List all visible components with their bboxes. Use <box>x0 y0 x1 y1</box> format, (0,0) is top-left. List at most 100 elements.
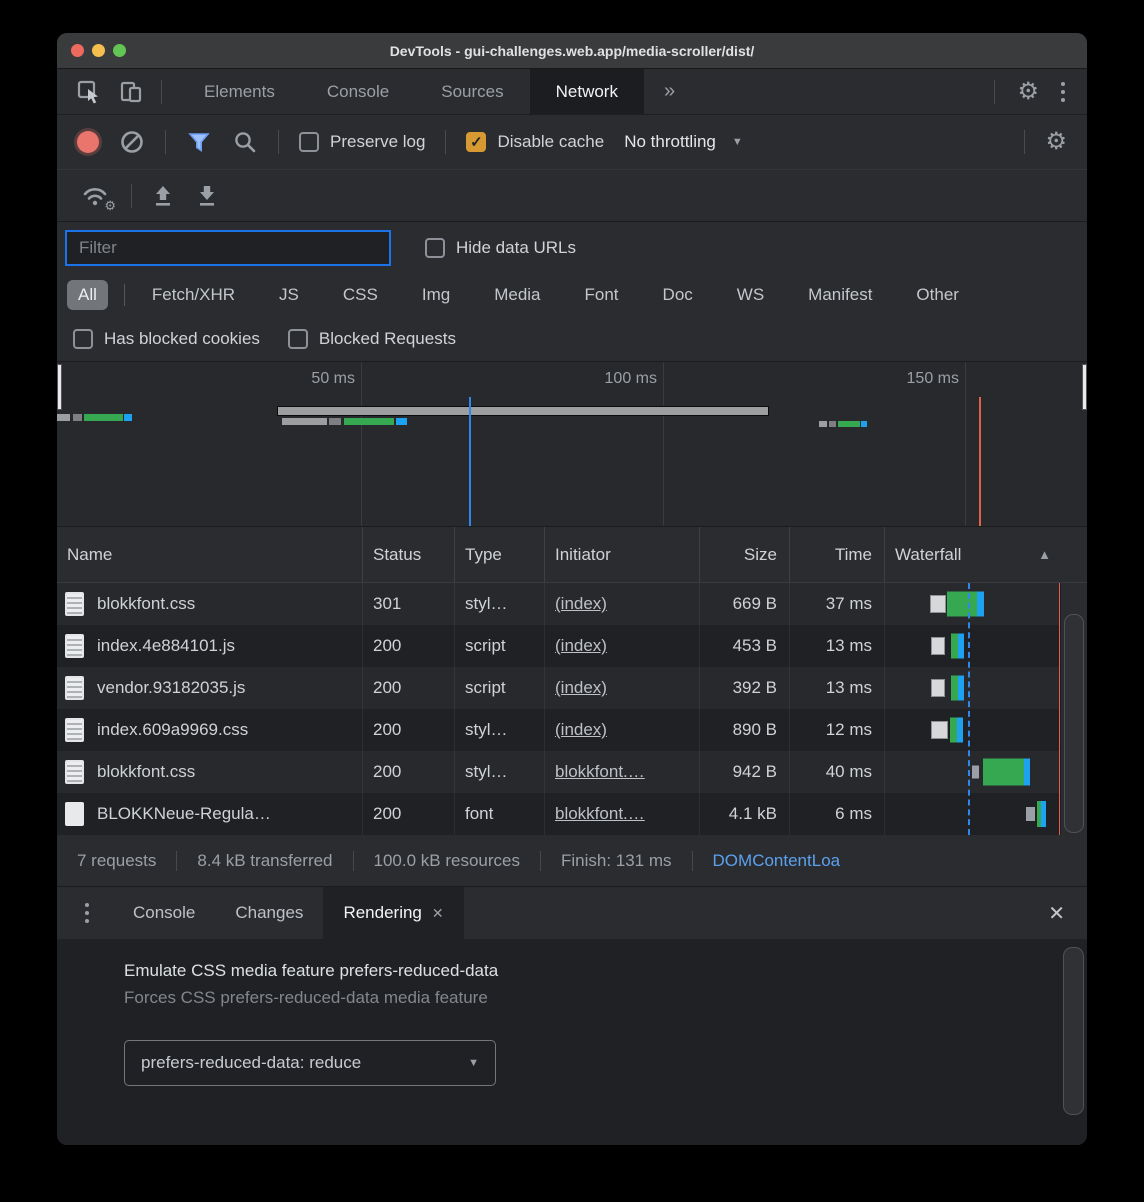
filter-pill-ws[interactable]: WS <box>726 280 775 310</box>
waterfall-tick-segment <box>972 766 979 779</box>
has-blocked-cookies-toggle[interactable]: Has blocked cookies <box>73 329 260 349</box>
filter-pill-font[interactable]: Font <box>574 280 630 310</box>
initiator-link[interactable]: (index) <box>555 720 607 740</box>
column-header-name[interactable]: Name <box>57 527 363 582</box>
filter-funnel-icon[interactable] <box>186 129 212 155</box>
column-header-time[interactable]: Time <box>790 527 885 582</box>
inspect-element-icon[interactable] <box>75 78 103 106</box>
overview-tick-label: 150 ms <box>869 370 959 388</box>
filter-pill-media[interactable]: Media <box>483 280 551 310</box>
hide-data-urls-toggle[interactable]: Hide data URLs <box>425 238 576 258</box>
blocked-requests-checkbox[interactable] <box>288 329 308 349</box>
drawer-scrollbar[interactable] <box>1060 939 1087 1145</box>
waterfall-block-segment <box>931 679 945 697</box>
request-name: blokkfont.css <box>97 594 195 614</box>
initiator-cell: blokkfont.… <box>545 793 700 835</box>
prefers-reduced-data-select[interactable]: prefers-reduced-data: reduce ▼ <box>124 1040 496 1086</box>
drawer-menu-kebab-icon[interactable] <box>85 903 89 923</box>
clear-icon[interactable] <box>119 129 145 155</box>
drawer-close-button[interactable]: ✕ <box>1026 887 1087 939</box>
settings-gear-icon[interactable]: ⚙ <box>1017 80 1039 104</box>
filter-row: Hide data URLs <box>57 222 1087 274</box>
status-cell: 200 <box>363 667 455 709</box>
table-scrollbar[interactable] <box>1060 583 1087 835</box>
waterfall-cell <box>885 667 1087 709</box>
filter-pill-fetchxhr[interactable]: Fetch/XHR <box>141 280 246 310</box>
filter-pill-manifest[interactable]: Manifest <box>797 280 883 310</box>
table-scrollbar-thumb[interactable] <box>1064 614 1084 833</box>
filter-pill-css[interactable]: CSS <box>332 280 389 310</box>
summary-item: 8.4 kB transferred <box>176 851 352 871</box>
main-toolbar: ElementsConsoleSourcesNetwork » ⚙ <box>57 69 1087 115</box>
column-header-status[interactable]: Status <box>363 527 455 582</box>
more-tabs-button[interactable]: » <box>644 69 695 114</box>
overview-right-grip[interactable] <box>1082 364 1087 410</box>
table-row[interactable]: index.609a9969.css200styl…(index)890 B12… <box>57 709 1087 751</box>
disable-cache-toggle[interactable]: ✓ Disable cache <box>466 132 604 152</box>
overview-bar <box>829 421 836 427</box>
table-row[interactable]: vendor.93182035.js200script(index)392 B1… <box>57 667 1087 709</box>
has-blocked-cookies-checkbox[interactable] <box>73 329 93 349</box>
column-header-initiator[interactable]: Initiator <box>545 527 700 582</box>
network-overview-timeline[interactable]: 50 ms100 ms150 ms <box>57 362 1087 527</box>
table-row[interactable]: index.4e884101.js200script(index)453 B13… <box>57 625 1087 667</box>
tab-network[interactable]: Network <box>530 69 644 114</box>
blocked-requests-toggle[interactable]: Blocked Requests <box>288 329 456 349</box>
table-row[interactable]: blokkfont.css200styl…blokkfont.…942 B40 … <box>57 751 1087 793</box>
drawer-tab-console[interactable]: Console <box>113 887 215 939</box>
record-button[interactable] <box>77 131 99 153</box>
initiator-link[interactable]: (index) <box>555 636 607 656</box>
column-header-type[interactable]: Type <box>455 527 545 582</box>
filter-pill-img[interactable]: Img <box>411 280 461 310</box>
tab-console[interactable]: Console <box>301 69 415 114</box>
main-menu-kebab-icon[interactable] <box>1061 82 1065 102</box>
preserve-log-toggle[interactable]: Preserve log <box>299 132 425 152</box>
column-header-size[interactable]: Size <box>700 527 790 582</box>
request-name: vendor.93182035.js <box>97 678 245 698</box>
waterfall-cell <box>885 583 1087 625</box>
throttling-dropdown[interactable]: No throttling ▼ <box>624 132 743 152</box>
overview-tick-label: 50 ms <box>265 370 355 388</box>
table-row[interactable]: blokkfont.css301styl…(index)669 B37 ms <box>57 583 1087 625</box>
import-har-icon[interactable] <box>150 182 176 210</box>
initiator-link[interactable]: blokkfont.… <box>555 762 645 782</box>
drawer-scrollbar-thumb[interactable] <box>1063 947 1084 1115</box>
filter-pill-js[interactable]: JS <box>268 280 310 310</box>
filter-pill-doc[interactable]: Doc <box>652 280 704 310</box>
network-settings-gear-icon[interactable]: ⚙ <box>1045 130 1067 154</box>
devtools-window: DevTools - gui-challenges.web.app/media-… <box>57 33 1087 1145</box>
disable-cache-checkbox[interactable]: ✓ <box>466 132 486 152</box>
time-cell: 13 ms <box>790 625 885 667</box>
size-cell: 890 B <box>700 709 790 751</box>
toolbar-divider <box>278 130 279 154</box>
hide-data-urls-checkbox[interactable] <box>425 238 445 258</box>
tab-close-icon[interactable]: ✕ <box>432 905 444 922</box>
network-conditions-icon[interactable]: ⚙ <box>79 182 113 210</box>
drawer-tab-changes[interactable]: Changes <box>215 887 323 939</box>
file-lines-icon <box>65 718 84 742</box>
column-header-waterfall[interactable]: Waterfall▲ <box>885 527 1087 582</box>
type-cell: font <box>455 793 545 835</box>
time-cell: 12 ms <box>790 709 885 751</box>
tab-sources[interactable]: Sources <box>415 69 529 114</box>
export-har-icon[interactable] <box>194 182 220 210</box>
initiator-cell: (index) <box>545 667 700 709</box>
drawer-tabs: ConsoleChangesRendering✕ <box>113 887 464 939</box>
filter-pill-other[interactable]: Other <box>905 280 970 310</box>
time-cell: 37 ms <box>790 583 885 625</box>
request-name-cell: BLOKKNeue-Regula… <box>57 793 363 835</box>
filter-pill-all[interactable]: All <box>67 280 108 310</box>
overview-left-grip[interactable] <box>57 364 62 410</box>
search-icon[interactable] <box>232 129 258 155</box>
initiator-link[interactable]: blokkfont.… <box>555 804 645 824</box>
initiator-link[interactable]: (index) <box>555 678 607 698</box>
preserve-log-checkbox[interactable] <box>299 132 319 152</box>
summary-item[interactable]: DOMContentLoa <box>692 851 861 871</box>
table-row[interactable]: BLOKKNeue-Regula…200fontblokkfont.…4.1 k… <box>57 793 1087 835</box>
tab-elements[interactable]: Elements <box>178 69 301 114</box>
drawer-tab-rendering[interactable]: Rendering✕ <box>323 887 463 939</box>
overview-gridline <box>663 362 664 526</box>
device-toolbar-icon[interactable] <box>117 78 145 106</box>
initiator-link[interactable]: (index) <box>555 594 607 614</box>
filter-input[interactable] <box>65 230 391 266</box>
